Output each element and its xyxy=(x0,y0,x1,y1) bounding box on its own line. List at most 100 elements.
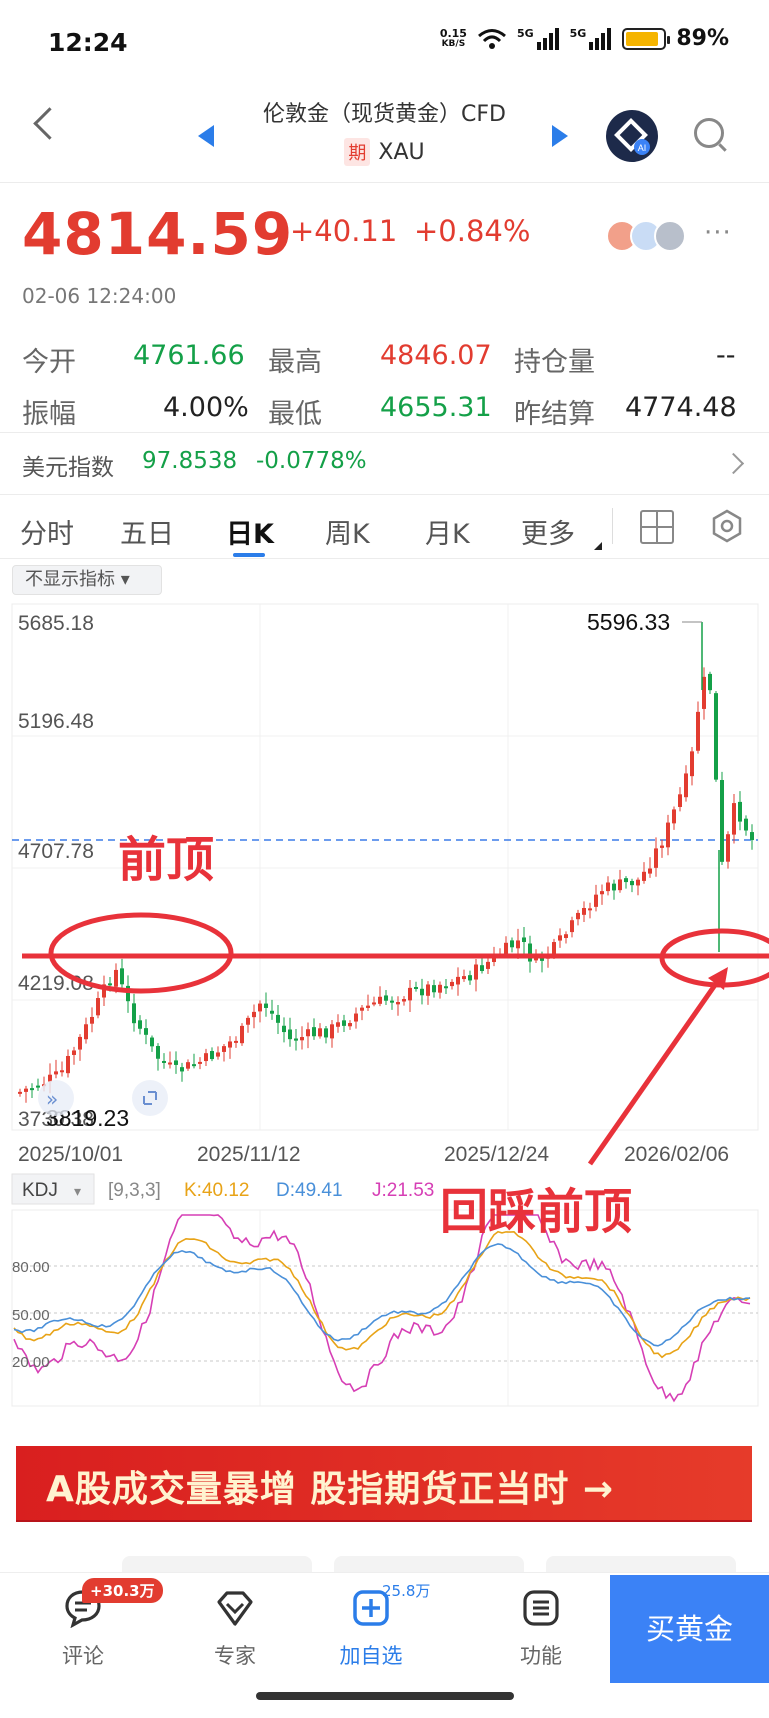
candle-body xyxy=(660,845,664,848)
candle-body xyxy=(618,879,622,891)
candle-body xyxy=(246,1017,250,1025)
candle-body xyxy=(120,968,124,985)
nav-expert[interactable]: 专家 xyxy=(180,1588,290,1670)
candle-body xyxy=(282,1025,286,1033)
candle-body xyxy=(114,969,118,987)
annot-label-bottom: 回踩前顶 xyxy=(440,1184,632,1240)
candle-body xyxy=(186,1062,190,1069)
date-label-3: 2025/12/24 xyxy=(444,1143,549,1166)
candle-body xyxy=(342,1020,346,1026)
ghost-card xyxy=(546,1556,736,1572)
kline-chart: 5685.18 5196.48 4707.78 4219.08 3730.38 … xyxy=(11,603,769,1407)
candle-body xyxy=(174,1060,178,1065)
candle-body xyxy=(354,1013,358,1022)
candle-body xyxy=(606,882,610,892)
candle-body xyxy=(462,976,466,980)
candle-body xyxy=(72,1050,76,1055)
candle-body xyxy=(576,912,580,920)
candle-body xyxy=(144,1028,148,1035)
candle-body xyxy=(588,908,592,911)
candle-body xyxy=(366,1005,370,1008)
candle-body xyxy=(684,773,688,798)
nav-expert-label: 专家 xyxy=(214,1644,256,1668)
candle-body xyxy=(528,943,532,962)
fullscreen-icon[interactable] xyxy=(132,1080,168,1116)
candle-body xyxy=(66,1055,70,1074)
candle-body xyxy=(30,1088,34,1091)
candle-body xyxy=(108,983,112,986)
candle-body xyxy=(288,1029,292,1040)
candle-body xyxy=(426,984,430,996)
candle-body xyxy=(270,1010,274,1014)
candle-body xyxy=(450,981,454,987)
kdj-j-value: J:21.53 xyxy=(372,1180,434,1201)
nav-add-watchlist-label: 加自选 xyxy=(339,1644,403,1668)
candle-body xyxy=(396,1002,400,1005)
candle-body xyxy=(504,942,508,956)
candle-body xyxy=(522,937,526,943)
candle-body xyxy=(516,940,520,949)
candle-body xyxy=(750,832,754,841)
candle-body xyxy=(198,1061,202,1064)
candle-body xyxy=(624,878,628,883)
candle-body xyxy=(78,1036,82,1050)
candle-body xyxy=(252,1011,256,1018)
buy-gold-button[interactable]: 买黄金 xyxy=(610,1575,769,1683)
kdj-y-label-20: 20.00 xyxy=(12,1354,50,1371)
candle-body xyxy=(414,986,418,989)
candle-body xyxy=(654,848,658,868)
expert-diamond-icon xyxy=(217,1591,253,1626)
y-label-3: 4707.78 xyxy=(18,840,94,863)
candle-body xyxy=(408,987,412,1001)
candle-body xyxy=(90,1016,94,1024)
kdj-k-value: K:40.12 xyxy=(184,1180,250,1201)
candle-body xyxy=(192,1064,196,1067)
candle-body xyxy=(690,751,694,777)
candle-body xyxy=(456,976,460,985)
candle-body xyxy=(330,1024,334,1039)
candle-body xyxy=(96,998,100,1016)
candle-body xyxy=(564,934,568,939)
candle-body xyxy=(258,1003,262,1012)
max-price-label: 5596.33 xyxy=(587,609,670,635)
candle-body xyxy=(726,834,730,862)
candle-body xyxy=(474,964,478,980)
candle-body xyxy=(666,822,670,848)
candle-body xyxy=(714,693,718,780)
nav-functions[interactable]: 功能 xyxy=(486,1588,596,1670)
annot-label-top: 前顶 xyxy=(118,832,214,888)
candle-body xyxy=(642,871,646,881)
kdj-k-line xyxy=(13,1230,751,1359)
candle-body xyxy=(600,891,604,895)
candle-body xyxy=(672,809,676,824)
home-indicator xyxy=(256,1692,514,1700)
annot-arrow-line xyxy=(587,973,725,1166)
candle-body xyxy=(480,965,484,972)
candle-body xyxy=(204,1053,208,1062)
candle-body xyxy=(240,1025,244,1044)
kdj-frame xyxy=(11,1209,759,1407)
promo-banner-text: A股成交量暴增 股指期货正当时 → xyxy=(46,1469,615,1510)
candle-body xyxy=(48,1074,52,1082)
ghost-card xyxy=(334,1556,524,1572)
nav-functions-label: 功能 xyxy=(520,1644,562,1668)
candle-body xyxy=(552,942,556,954)
watchlist-count-badge: 25.8万 xyxy=(382,1582,431,1600)
candle-body xyxy=(168,1062,172,1065)
nav-comment-label: 评论 xyxy=(62,1644,104,1668)
candle-body xyxy=(594,894,598,907)
candle-body xyxy=(210,1051,214,1060)
candle-body xyxy=(162,1060,166,1063)
candle-body xyxy=(738,801,742,822)
annot-ellipse-left xyxy=(48,912,234,994)
kdj-caret-icon: ▾ xyxy=(74,1184,81,1200)
functions-menu-icon xyxy=(523,1590,559,1626)
promo-banner[interactable]: A股成交量暴增 股指期货正当时 → xyxy=(16,1446,752,1520)
kdj-y-label-80: 80.00 xyxy=(12,1259,50,1276)
candle-body xyxy=(24,1088,28,1092)
candle-body xyxy=(378,996,382,1004)
candle-body xyxy=(360,1007,364,1011)
candle-body xyxy=(402,999,406,1002)
candle-body xyxy=(60,1070,64,1073)
candle-body xyxy=(336,1022,340,1027)
